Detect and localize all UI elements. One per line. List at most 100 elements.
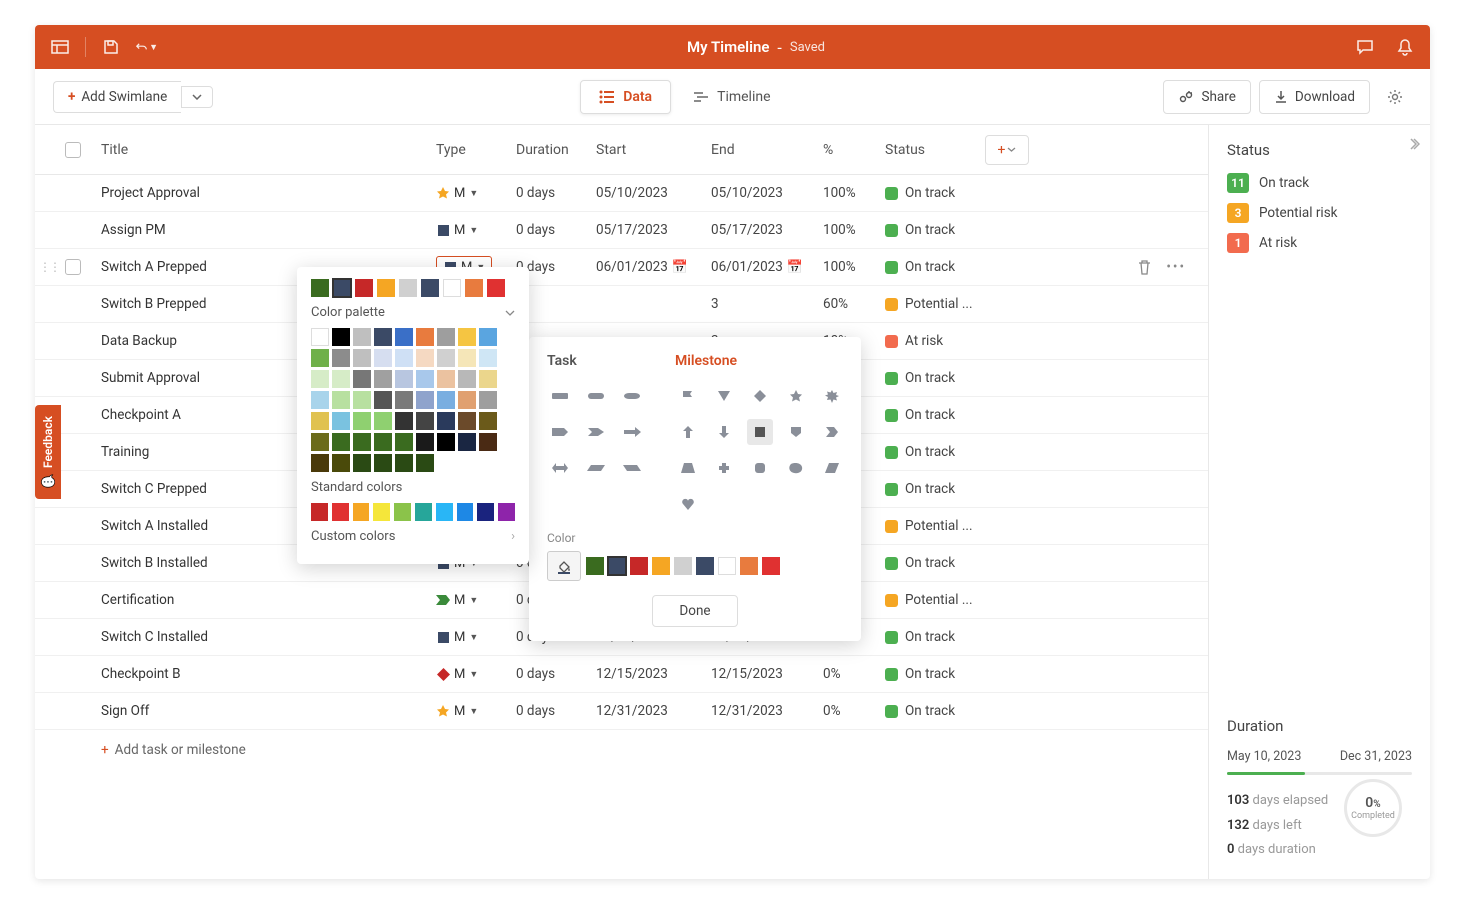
color-swatch[interactable]: [479, 391, 497, 409]
select-all-checkbox[interactable]: [65, 142, 81, 158]
shape-diamond[interactable]: [747, 383, 773, 409]
color-swatch[interactable]: [332, 370, 350, 388]
color-swatch[interactable]: [311, 279, 329, 297]
row-status[interactable]: On track: [885, 185, 985, 201]
color-swatch[interactable]: [416, 328, 434, 346]
row-percent[interactable]: 0%: [823, 666, 885, 682]
row-status[interactable]: On track: [885, 481, 985, 497]
row-percent[interactable]: 100%: [823, 185, 885, 201]
col-status[interactable]: Status: [885, 142, 985, 158]
shape-triangle-down[interactable]: [711, 383, 737, 409]
color-swatch[interactable]: [416, 412, 434, 430]
color-swatch[interactable]: [353, 412, 371, 430]
table-row[interactable]: Project Approval M▼ 0 days 05/10/2023 05…: [35, 175, 1208, 212]
row-percent[interactable]: 100%: [823, 259, 885, 275]
shape-square[interactable]: [747, 419, 773, 445]
expand-sidebar-icon[interactable]: [1410, 137, 1420, 151]
color-swatch[interactable]: [479, 370, 497, 388]
color-swatch[interactable]: [332, 454, 350, 472]
add-swimlane-button[interactable]: +Add Swimlane: [53, 81, 181, 113]
table-row[interactable]: Switch B Prepped 3 60% Potential ...: [35, 286, 1208, 323]
shape-arrow2[interactable]: [583, 419, 609, 445]
color-swatch[interactable]: [311, 433, 329, 451]
timeline-tab[interactable]: Timeline: [675, 80, 788, 114]
color-swatch[interactable]: [373, 503, 390, 521]
color-swatch[interactable]: [479, 349, 497, 367]
shape-double-arrow[interactable]: [547, 455, 573, 481]
color-swatch[interactable]: [630, 557, 648, 575]
color-swatch[interactable]: [332, 503, 349, 521]
shape-bar[interactable]: [547, 383, 573, 409]
col-percent[interactable]: %: [823, 142, 885, 158]
color-swatch[interactable]: [311, 370, 329, 388]
row-checkbox[interactable]: [65, 259, 81, 275]
download-button[interactable]: Download: [1259, 80, 1370, 114]
color-swatch[interactable]: [395, 370, 413, 388]
add-task-button[interactable]: +Add task or milestone: [35, 730, 1208, 770]
shape-blob[interactable]: [783, 455, 809, 481]
col-type[interactable]: Type: [436, 142, 516, 158]
color-swatch[interactable]: [332, 328, 350, 346]
color-swatch[interactable]: [374, 328, 392, 346]
row-duration[interactable]: 0 days: [516, 666, 596, 682]
row-status[interactable]: On track: [885, 629, 985, 645]
shape-star[interactable]: [783, 383, 809, 409]
color-swatch[interactable]: [479, 412, 497, 430]
data-tab[interactable]: Data: [580, 80, 671, 114]
bell-icon[interactable]: [1394, 36, 1416, 58]
row-title[interactable]: Project Approval: [101, 185, 436, 201]
color-swatch[interactable]: [332, 412, 350, 430]
chevron-down-icon[interactable]: [505, 310, 515, 316]
row-start[interactable]: 05/17/2023: [596, 222, 711, 238]
shape-heart[interactable]: [675, 491, 701, 517]
color-swatch[interactable]: [311, 454, 329, 472]
color-swatch[interactable]: [374, 412, 392, 430]
color-swatch[interactable]: [437, 328, 455, 346]
color-swatch[interactable]: [479, 433, 497, 451]
color-swatch[interactable]: [311, 391, 329, 409]
color-swatch[interactable]: [353, 349, 371, 367]
shape-rsquare[interactable]: [747, 455, 773, 481]
shape-plus[interactable]: [711, 455, 737, 481]
color-swatch[interactable]: [477, 503, 494, 521]
color-swatch[interactable]: [416, 433, 434, 451]
shape-rounded[interactable]: [583, 383, 609, 409]
row-start[interactable]: 12/15/2023: [596, 666, 711, 682]
color-swatch[interactable]: [395, 433, 413, 451]
color-swatch[interactable]: [458, 349, 476, 367]
row-title[interactable]: Assign PM: [101, 222, 436, 238]
color-swatch[interactable]: [458, 433, 476, 451]
color-swatch[interactable]: [437, 412, 455, 430]
color-swatch[interactable]: [353, 503, 370, 521]
color-swatch[interactable]: [332, 349, 350, 367]
color-swatch[interactable]: [740, 557, 758, 575]
more-icon[interactable]: •••: [1166, 259, 1186, 275]
col-start[interactable]: Start: [596, 142, 711, 158]
color-swatch[interactable]: [762, 557, 780, 575]
status-stat[interactable]: 1At risk: [1227, 233, 1412, 253]
row-percent[interactable]: 0%: [823, 703, 885, 719]
save-icon[interactable]: [100, 36, 122, 58]
color-swatch[interactable]: [311, 503, 328, 521]
type-selector[interactable]: M▼: [436, 630, 478, 645]
shape-arrow-down[interactable]: [711, 419, 737, 445]
row-status[interactable]: On track: [885, 444, 985, 460]
status-stat[interactable]: 3Potential risk: [1227, 203, 1412, 223]
color-swatch[interactable]: [374, 370, 392, 388]
color-swatch[interactable]: [374, 391, 392, 409]
row-status[interactable]: On track: [885, 407, 985, 423]
row-status[interactable]: On track: [885, 555, 985, 571]
shape-trapezoid[interactable]: [675, 455, 701, 481]
row-start[interactable]: 06/01/2023📅: [596, 259, 711, 275]
col-end[interactable]: End: [711, 142, 823, 158]
color-swatch[interactable]: [416, 370, 434, 388]
table-row[interactable]: Sign Off M▼ 0 days 12/31/2023 12/31/2023…: [35, 693, 1208, 730]
color-swatch[interactable]: [311, 328, 329, 346]
shape-parallelogram[interactable]: [583, 455, 609, 481]
app-icon[interactable]: [49, 36, 71, 58]
color-swatch[interactable]: [395, 328, 413, 346]
color-swatch[interactable]: [311, 412, 329, 430]
col-title[interactable]: Title: [101, 142, 436, 158]
row-title[interactable]: Switch C Installed: [101, 629, 436, 645]
row-status[interactable]: Potential ...: [885, 296, 985, 312]
